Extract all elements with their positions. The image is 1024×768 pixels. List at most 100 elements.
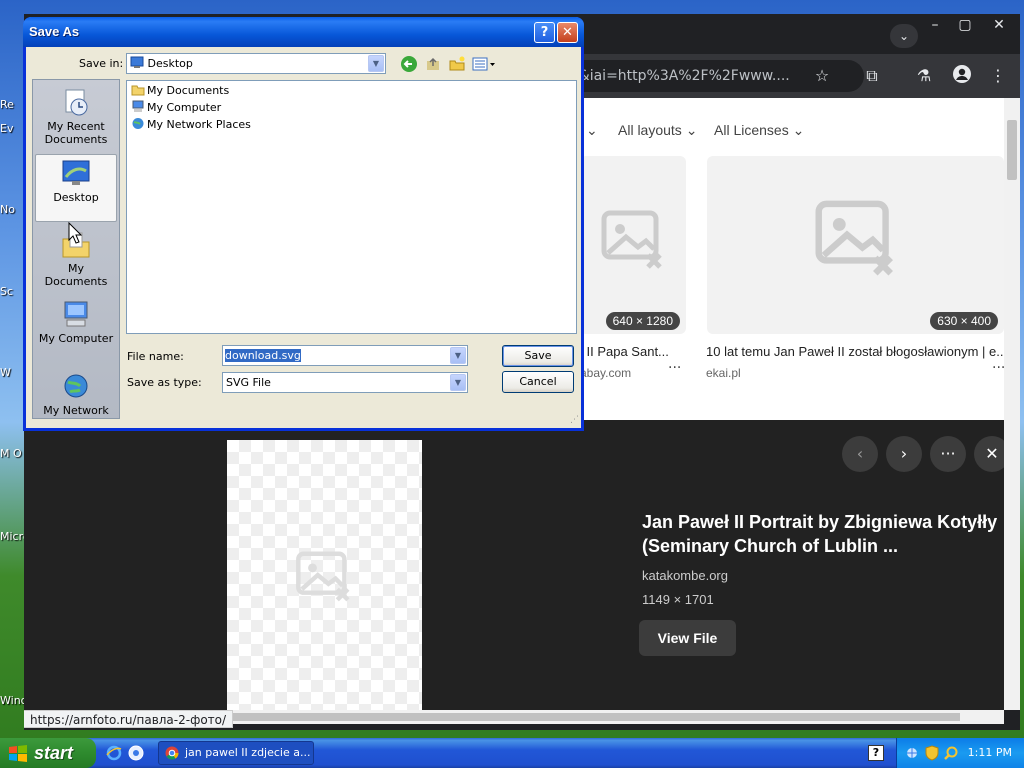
maximize-button[interactable]: ▢: [948, 14, 982, 36]
save-as-type-value: SVG File: [226, 376, 271, 389]
result-thumbnail[interactable]: 630 × 400: [707, 156, 1004, 334]
scrollbar-thumb[interactable]: [220, 713, 960, 721]
save-in-dropdown[interactable]: Desktop ▼: [126, 53, 386, 74]
desktop-icon-label[interactable]: Re: [0, 98, 24, 111]
desktop-icon: [62, 160, 90, 185]
desktop-icon-label[interactable]: Sc: [0, 285, 24, 298]
next-image-button[interactable]: ›: [886, 436, 922, 472]
filter-licenses-label: All Licenses: [714, 122, 789, 138]
quick-launch-ie[interactable]: [106, 745, 122, 761]
desktop-icon-label[interactable]: W: [0, 366, 24, 379]
places-bar: My Recent Documents Desktop My Documents…: [32, 79, 120, 419]
previous-image-button[interactable]: ‹: [842, 436, 878, 472]
security-shield-icon[interactable]: [925, 745, 939, 761]
back-button[interactable]: [400, 55, 418, 73]
horizontal-scrollbar[interactable]: [204, 710, 1004, 724]
desktop-icon-label[interactable]: No: [0, 203, 24, 216]
dimension-badge: 630 × 400: [930, 312, 998, 330]
tab-search-button[interactable]: ⌄: [890, 24, 918, 48]
preview-image[interactable]: [227, 440, 422, 710]
network-tray-icon[interactable]: [905, 746, 919, 760]
save-button[interactable]: Save: [502, 345, 574, 367]
chevron-down-icon[interactable]: ▼: [450, 347, 466, 364]
save-as-dialog: Save As ? ✕ Save in: Desktop ▼ My Recent…: [23, 17, 584, 431]
place-my-computer[interactable]: My Computer: [35, 296, 117, 364]
back-arrow-icon: [401, 56, 417, 72]
help-button[interactable]: ?: [534, 22, 555, 43]
list-item[interactable]: My Computer: [131, 100, 221, 116]
place-label: My Network: [43, 404, 109, 417]
desktop-icon-label[interactable]: Wind: [0, 694, 24, 707]
list-item[interactable]: My Network Places: [131, 117, 251, 133]
place-label: My Documents: [44, 262, 108, 288]
profile-avatar-icon[interactable]: [950, 64, 974, 88]
cancel-button[interactable]: Cancel: [502, 371, 574, 393]
help-icon: ?: [540, 25, 549, 40]
chevron-down-icon[interactable]: ▼: [368, 55, 384, 72]
resize-grip[interactable]: ⋰: [570, 415, 580, 425]
viewer-image-source[interactable]: katakombe.org: [642, 568, 728, 583]
result-title[interactable]: ł II Papa Sant...: [580, 344, 688, 359]
desktop-icon-label[interactable]: Micro Sti: [0, 530, 24, 543]
view-menu-icon: [472, 57, 495, 71]
filter-layouts[interactable]: All layouts ⌄: [618, 122, 697, 139]
labs-flask-icon[interactable]: ⚗: [912, 64, 936, 88]
place-my-network[interactable]: My Network: [35, 368, 117, 436]
more-options-icon[interactable]: ···: [992, 360, 1004, 376]
more-actions-button[interactable]: ···: [930, 436, 966, 472]
search-icon[interactable]: [943, 745, 959, 761]
file-list[interactable]: My Documents My Computer My Network Plac…: [126, 80, 577, 334]
dimension-badge: 640 × 1280: [605, 312, 680, 330]
taskbar-task-browser[interactable]: jan pawel II zdjecie a...: [158, 741, 314, 765]
views-menu-button[interactable]: [472, 55, 496, 73]
save-as-type-dropdown[interactable]: SVG File ▼: [222, 372, 468, 393]
vertical-scrollbar[interactable]: [1004, 98, 1020, 710]
start-label: start: [34, 743, 74, 763]
start-button[interactable]: start: [0, 738, 96, 768]
place-desktop[interactable]: Desktop: [35, 154, 117, 222]
result-title[interactable]: 10 lat temu Jan Paweł II został błogosła…: [706, 344, 1004, 359]
result-source: ekai.pl: [706, 366, 741, 380]
file-name-input[interactable]: download.svg ▼: [222, 345, 468, 366]
filter-layouts-label: All layouts: [618, 122, 682, 138]
quick-launch-browser[interactable]: [128, 745, 144, 761]
recent-documents-icon: [65, 89, 88, 116]
image-placeholder-icon: [815, 200, 893, 276]
new-folder-button[interactable]: [448, 55, 466, 73]
bookmark-star-icon[interactable]: ☆: [810, 64, 834, 88]
clock: 1:11 PM: [967, 746, 1012, 759]
task-label: jan pawel II zdjecie a...: [185, 746, 311, 759]
result-thumbnail[interactable]: 640 × 1280: [580, 156, 686, 334]
minimize-button[interactable]: –: [918, 14, 952, 36]
save-in-value: Desktop: [147, 57, 193, 70]
more-options-icon[interactable]: ···: [668, 360, 681, 376]
list-item[interactable]: My Documents: [131, 83, 229, 99]
my-network-icon: [64, 374, 88, 398]
chevron-down-icon[interactable]: ▼: [450, 374, 466, 391]
view-file-button[interactable]: View File: [639, 620, 736, 656]
place-label: My Computer: [38, 332, 114, 345]
chrome-icon: [165, 746, 179, 760]
chevron-down-icon[interactable]: ⌄: [586, 122, 598, 139]
help-icon[interactable]: ?: [868, 745, 884, 761]
up-one-level-button[interactable]: [424, 55, 442, 73]
file-name-label: File name:: [127, 350, 184, 363]
internet-explorer-icon: [106, 745, 122, 761]
close-viewer-button[interactable]: ✕: [974, 436, 1004, 472]
desktop-icon-label[interactable]: M O: [0, 447, 24, 460]
place-label: Desktop: [53, 191, 99, 204]
desktop-icon: [130, 56, 144, 68]
more-menu-icon[interactable]: ⋮: [986, 64, 1010, 88]
dialog-close-button[interactable]: ✕: [557, 22, 578, 43]
address-text: ges&iai=http%3A%2F%2Fwww....: [554, 68, 790, 84]
scrollbar-thumb[interactable]: [1007, 120, 1017, 180]
desktop-icon-label[interactable]: Ev: [0, 122, 24, 135]
filter-licenses[interactable]: All Licenses ⌄: [714, 122, 804, 139]
save-as-type-label: Save as type:: [127, 376, 202, 389]
dialog-titlebar[interactable]: Save As ? ✕: [23, 17, 584, 47]
viewer-image-title[interactable]: Jan Paweł II Portrait by Zbigniewa Kotył…: [642, 510, 1004, 558]
close-button[interactable]: ✕: [982, 14, 1016, 36]
my-computer-icon: [64, 301, 88, 327]
place-my-recent-documents[interactable]: My Recent Documents: [35, 84, 117, 152]
extensions-icon[interactable]: ⧉: [860, 64, 884, 88]
